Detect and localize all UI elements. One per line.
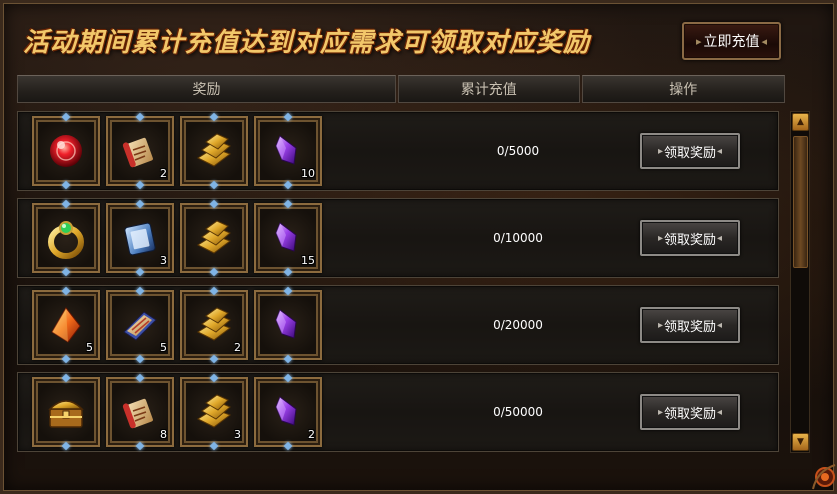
treasure-chest-icon: [44, 389, 88, 435]
arrow-left-icon: ◂: [717, 406, 723, 418]
arrow-right-icon: ▸: [657, 232, 663, 244]
reward-item-slot[interactable]: 3: [180, 377, 248, 447]
reward-item-slot[interactable]: 8: [106, 377, 174, 447]
reward-table-header: 奖励 累计充值 操作: [17, 75, 785, 103]
item-quantity: 2: [160, 167, 167, 180]
scroll-thumb[interactable]: [793, 136, 808, 268]
reward-item-slot[interactable]: [254, 290, 322, 360]
item-quantity: 3: [234, 428, 241, 441]
reward-item-slot[interactable]: [180, 116, 248, 186]
event-banner-title: 活动期间累计充值达到对应需求可领取对应奖励: [23, 28, 591, 58]
recharge-progress: 0/50000: [493, 405, 543, 419]
arrow-right-icon: ▸: [657, 406, 663, 418]
arrow-left-icon: ◂: [717, 145, 723, 157]
reward-tier-row: 2 10 0/5000 ▸ 领取奖励 ◂: [17, 111, 779, 191]
red-orb-icon: [44, 128, 88, 174]
gold-bars-icon: [192, 128, 236, 174]
reward-item-slot[interactable]: 5: [106, 290, 174, 360]
header-cumulative-recharge: 累计充值: [398, 75, 580, 103]
fire-gem-icon: [44, 302, 88, 348]
item-quantity: 10: [301, 167, 315, 180]
item-quantity: 8: [160, 428, 167, 441]
item-quantity: 2: [308, 428, 315, 441]
claim-reward-button[interactable]: ▸ 领取奖励 ◂: [640, 394, 740, 430]
reward-list-scrollbar[interactable]: ▲ ▼: [790, 111, 810, 453]
reward-tier-row: 8 3 2 0/50000 ▸ 领取奖励 ◂: [17, 372, 779, 452]
claim-reward-button[interactable]: ▸ 领取奖励 ◂: [640, 220, 740, 256]
arrow-left-icon: ◂: [761, 34, 768, 48]
reward-item-slot[interactable]: 2: [106, 116, 174, 186]
reward-item-slot[interactable]: 3: [106, 203, 174, 273]
emerald-ring-icon: [44, 215, 88, 261]
item-quantity: 2: [234, 341, 241, 354]
item-quantity: 5: [160, 341, 167, 354]
claim-reward-button[interactable]: ▸ 领取奖励 ◂: [640, 133, 740, 169]
claim-reward-label: 领取奖励: [663, 145, 716, 161]
reward-tier-row: 3 15 0/10000 ▸ 领取奖励 ◂: [17, 198, 779, 278]
recharge-progress: 0/20000: [493, 318, 543, 332]
arrow-right-icon: ▸: [657, 145, 663, 157]
claim-reward-label: 领取奖励: [663, 232, 716, 248]
reward-item-slot[interactable]: [32, 377, 100, 447]
gold-bars-icon: [192, 389, 236, 435]
blue-book-icon: [118, 215, 162, 261]
header-reward: 奖励: [17, 75, 396, 103]
item-quantity: 15: [301, 254, 315, 267]
gold-bars-icon: [192, 302, 236, 348]
reward-item-slot[interactable]: 5: [32, 290, 100, 360]
red-tome-icon: [118, 302, 162, 348]
scroll-down-button[interactable]: ▼: [792, 433, 809, 451]
claim-reward-label: 领取奖励: [663, 319, 716, 335]
reward-item-slot[interactable]: 10: [254, 116, 322, 186]
triangle-up-icon: ▲: [797, 117, 804, 127]
recharge-progress: 0/5000: [496, 144, 540, 158]
scroll-icon: [118, 128, 162, 174]
reward-item-slot[interactable]: 15: [254, 203, 322, 273]
recharge-now-button[interactable]: ▸ 立即充值 ◂: [682, 22, 781, 60]
arrow-left-icon: ◂: [717, 319, 723, 331]
purple-crystal-icon: [266, 302, 310, 348]
recharge-progress: 0/10000: [493, 231, 543, 245]
reward-item-slot[interactable]: 2: [180, 290, 248, 360]
purple-crystal-icon: [266, 389, 310, 435]
reward-item-slot[interactable]: [32, 116, 100, 186]
arrow-right-icon: ▸: [657, 319, 663, 331]
scroll-icon: [118, 389, 162, 435]
reward-item-slot[interactable]: [32, 203, 100, 273]
triangle-down-icon: ▼: [797, 437, 804, 447]
reward-tier-row: 5 5 2 0/20000 ▸ 领取奖励 ◂: [17, 285, 779, 365]
claim-reward-button[interactable]: ▸ 领取奖励 ◂: [640, 307, 740, 343]
header-operation: 操作: [581, 75, 785, 103]
reward-item-slot[interactable]: [180, 203, 248, 273]
claim-reward-label: 领取奖励: [663, 406, 716, 422]
reward-tier-list: 2 10 0/5000 ▸ 领取奖励 ◂ 3 15 0/10000 ▸ 领取奖励…: [17, 111, 783, 453]
gold-bars-icon: [192, 215, 236, 261]
arrow-right-icon: ▸: [695, 34, 702, 48]
item-quantity: 3: [160, 254, 167, 267]
recharge-reward-panel: 活动期间累计充值达到对应需求可领取对应奖励 ▸ 立即充值 ◂ 奖励 累计充值 操…: [0, 0, 837, 494]
recharge-now-label: 立即充值: [703, 34, 760, 50]
reward-item-slot[interactable]: 2: [254, 377, 322, 447]
corner-ornament-icon: [812, 464, 836, 490]
scroll-up-button[interactable]: ▲: [792, 113, 809, 131]
arrow-left-icon: ◂: [717, 232, 723, 244]
item-quantity: 5: [86, 341, 93, 354]
